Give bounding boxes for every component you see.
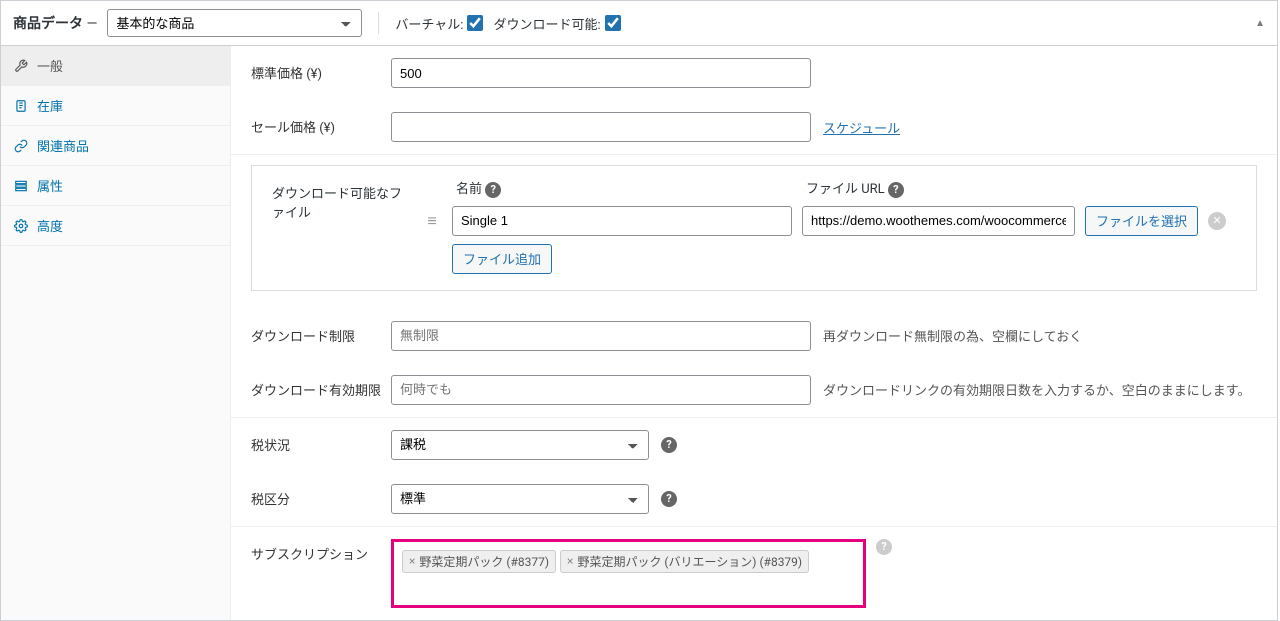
download-expiry-row: ダウンロード有効期限 ダウンロードリンクの有効期限日数を入力するか、空白のままに… bbox=[231, 363, 1277, 418]
download-expiry-label: ダウンロード有効期限 bbox=[251, 375, 381, 399]
tab-inventory[interactable]: 在庫 bbox=[1, 86, 230, 126]
gear-icon bbox=[13, 219, 29, 233]
virtual-label: バーチャル: bbox=[395, 14, 463, 33]
subscription-label: サブスクリプション bbox=[251, 539, 381, 563]
file-row: ≡ ファイルを選択 ✕ bbox=[412, 206, 1236, 244]
drag-handle-icon[interactable]: ≡ bbox=[422, 211, 442, 231]
help-icon[interactable]: ? bbox=[876, 539, 892, 555]
sale-price-input[interactable] bbox=[391, 112, 811, 142]
add-file-button[interactable]: ファイル追加 bbox=[452, 244, 552, 274]
downloadable-label: ダウンロード可能: bbox=[493, 14, 600, 33]
collapse-toggle-icon[interactable]: ▲ bbox=[1255, 18, 1265, 29]
choose-file-button[interactable]: ファイルを選択 bbox=[1085, 206, 1198, 236]
subscription-select-box[interactable]: × 野菜定期パック (#8377) × 野菜定期パック (バリエーション) (#… bbox=[391, 539, 866, 608]
tab-attributes-label: 属性 bbox=[37, 176, 63, 195]
help-icon[interactable]: ? bbox=[485, 182, 501, 198]
delete-file-icon[interactable]: ✕ bbox=[1208, 212, 1226, 230]
downloadable-files-box: ダウンロード可能なファイル 名前 ? ファイル URL ? bbox=[251, 165, 1257, 291]
panel-body: 一般 在庫 関連商品 属性 bbox=[1, 46, 1277, 620]
wrench-icon bbox=[13, 59, 29, 73]
download-limit-label: ダウンロード制限 bbox=[251, 321, 381, 345]
title-dash: — bbox=[86, 16, 97, 32]
tab-inventory-label: 在庫 bbox=[37, 96, 63, 115]
col-url-label: ファイル URL bbox=[806, 182, 885, 197]
tax-status-label: 税状況 bbox=[251, 430, 381, 454]
tag-label: 野菜定期パック (バリエーション) (#8379) bbox=[577, 553, 802, 570]
panel-title-text: 商品データ bbox=[13, 16, 83, 32]
downloadable-checkbox-group[interactable]: ダウンロード可能: bbox=[493, 14, 620, 33]
download-limit-row: ダウンロード制限 再ダウンロード無制限の為、空欄にしておく bbox=[231, 309, 1277, 363]
download-limit-help: 再ダウンロード無制限の為、空欄にしておく bbox=[823, 326, 1082, 345]
tag-label: 野菜定期パック (#8377) bbox=[419, 553, 549, 570]
download-limit-input[interactable] bbox=[391, 321, 811, 351]
separator bbox=[378, 12, 379, 34]
tab-content: 標準価格 (¥) セール価格 (¥) スケジュール ダウンロード可能なファイル bbox=[231, 46, 1277, 620]
sale-price-label: セール価格 (¥) bbox=[251, 112, 381, 136]
tax-class-row: 税区分 標準 ? bbox=[231, 472, 1277, 527]
panel-header: 商品データ — 基本的な商品 バーチャル: ダウンロード可能: ▲ bbox=[1, 1, 1277, 46]
sale-price-row: セール価格 (¥) スケジュール bbox=[231, 100, 1277, 155]
clipboard-icon bbox=[13, 99, 29, 113]
tab-advanced[interactable]: 高度 bbox=[1, 206, 230, 246]
help-icon[interactable]: ? bbox=[661, 437, 677, 453]
tab-attributes[interactable]: 属性 bbox=[1, 166, 230, 206]
regular-price-row: 標準価格 (¥) bbox=[231, 46, 1277, 100]
tab-general-label: 一般 bbox=[37, 56, 63, 75]
file-url-input[interactable] bbox=[802, 206, 1075, 236]
tab-linked[interactable]: 関連商品 bbox=[1, 126, 230, 166]
download-expiry-input[interactable] bbox=[391, 375, 811, 405]
schedule-link[interactable]: スケジュール bbox=[823, 118, 900, 137]
link-icon bbox=[13, 139, 29, 153]
help-icon[interactable]: ? bbox=[888, 182, 904, 198]
virtual-checkbox[interactable] bbox=[467, 15, 483, 31]
virtual-checkbox-group[interactable]: バーチャル: bbox=[395, 14, 483, 33]
downloadable-checkbox[interactable] bbox=[605, 15, 621, 31]
list-icon bbox=[13, 179, 29, 193]
file-name-input[interactable] bbox=[452, 206, 792, 236]
subscription-row: サブスクリプション × 野菜定期パック (#8377) × 野菜定期パック (バ… bbox=[231, 527, 1277, 620]
files-header-row: 名前 ? ファイル URL ? bbox=[412, 178, 1236, 206]
regular-price-input[interactable] bbox=[391, 58, 811, 88]
help-icon[interactable]: ? bbox=[661, 491, 677, 507]
remove-tag-icon[interactable]: × bbox=[567, 554, 573, 568]
tax-status-select[interactable]: 課税 bbox=[391, 430, 649, 460]
tab-general[interactable]: 一般 bbox=[1, 46, 230, 86]
regular-price-label: 標準価格 (¥) bbox=[251, 58, 381, 82]
product-data-panel: 商品データ — 基本的な商品 バーチャル: ダウンロード可能: ▲ 一般 bbox=[0, 0, 1278, 621]
panel-title: 商品データ — bbox=[13, 13, 97, 33]
tax-class-label: 税区分 bbox=[251, 484, 381, 508]
tabs-sidebar: 一般 在庫 関連商品 属性 bbox=[1, 46, 231, 620]
files-section-label: ダウンロード可能なファイル bbox=[272, 178, 402, 284]
tab-linked-label: 関連商品 bbox=[37, 136, 89, 155]
download-expiry-help: ダウンロードリンクの有効期限日数を入力するか、空白のままにします。 bbox=[823, 380, 1250, 399]
col-name-label: 名前 bbox=[456, 182, 482, 197]
tab-advanced-label: 高度 bbox=[37, 216, 63, 235]
product-type-select[interactable]: 基本的な商品 bbox=[107, 9, 362, 37]
tax-status-row: 税状況 課税 ? bbox=[231, 418, 1277, 472]
tax-class-select[interactable]: 標準 bbox=[391, 484, 649, 514]
remove-tag-icon[interactable]: × bbox=[409, 554, 415, 568]
